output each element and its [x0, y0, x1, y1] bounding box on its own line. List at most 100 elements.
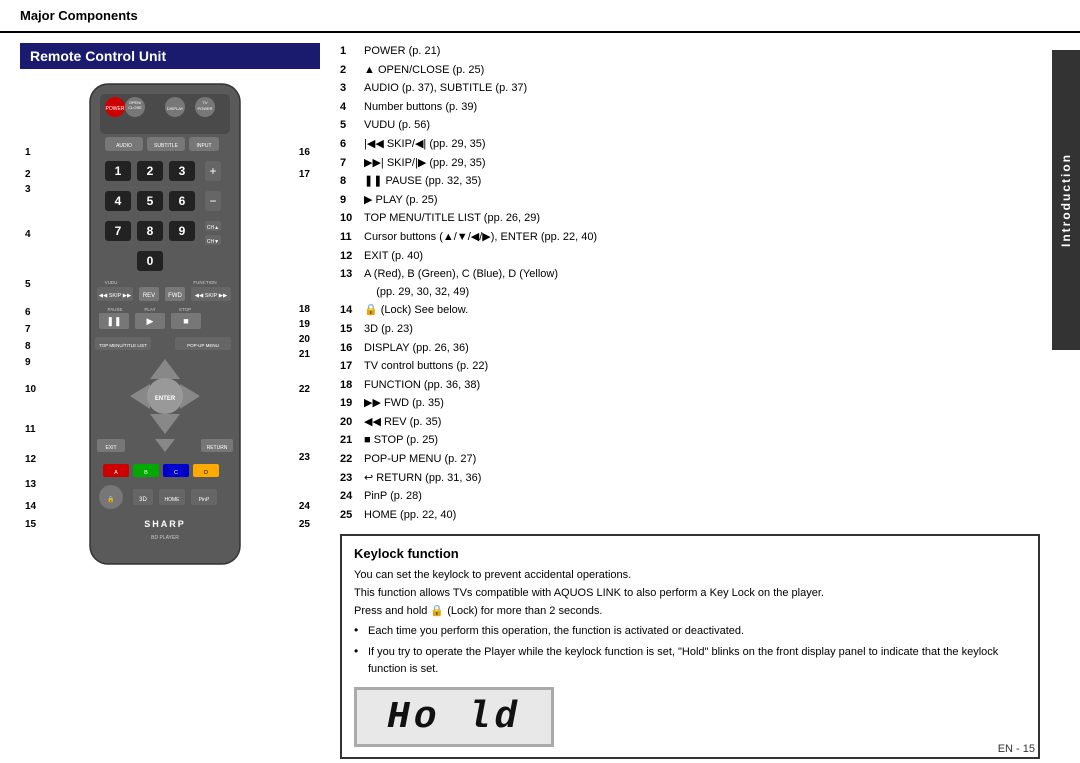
- keylock-box: Keylock function You can set the keylock…: [340, 534, 1040, 759]
- svg-text:FWD: FWD: [168, 293, 182, 299]
- svg-text:2: 2: [147, 164, 154, 178]
- list-item: 21■ STOP (p. 25): [340, 432, 1040, 450]
- svg-text:◀◀ SKIP ▶▶: ◀◀ SKIP ▶▶: [99, 293, 132, 299]
- label-1: 1: [25, 147, 31, 158]
- keylock-title: Keylock function: [354, 546, 1026, 561]
- label-6: 6: [25, 307, 31, 318]
- label-13: 13: [25, 479, 36, 490]
- label-24: 24: [299, 501, 310, 512]
- page-header: Major Components: [0, 0, 1080, 33]
- right-panel: 1POWER (p. 21) 2▲ OPEN/CLOSE (p. 25) 3AU…: [330, 33, 1080, 760]
- svg-text:1: 1: [115, 164, 122, 178]
- keylock-para1: You can set the keylock to prevent accid…: [354, 567, 1026, 620]
- svg-text:C: C: [174, 470, 178, 476]
- list-item: 24PinP (p. 28): [340, 488, 1040, 506]
- svg-text:🔒: 🔒: [107, 495, 114, 503]
- label-23: 23: [299, 452, 310, 463]
- svg-text:6: 6: [179, 194, 186, 208]
- svg-text:5: 5: [147, 194, 154, 208]
- svg-text:3: 3: [179, 164, 186, 178]
- label-3: 3: [25, 184, 31, 195]
- label-15: 15: [25, 519, 36, 530]
- list-item: 23↩ RETURN (pp. 31, 36): [340, 470, 1040, 488]
- svg-text:SHARP: SHARP: [144, 519, 186, 529]
- label-20: 20: [299, 334, 310, 345]
- section-title: Remote Control Unit: [20, 43, 320, 69]
- svg-text:VUDU: VUDU: [105, 280, 118, 285]
- svg-text:SUBTITLE: SUBTITLE: [154, 143, 179, 149]
- page-title: Major Components: [20, 8, 138, 23]
- list-item: 7▶▶| SKIP/|▶ (pp. 29, 35): [340, 155, 1040, 173]
- svg-text:CH▲: CH▲: [207, 225, 219, 231]
- label-14: 14: [25, 501, 36, 512]
- items-list: 1POWER (p. 21) 2▲ OPEN/CLOSE (p. 25) 3AU…: [340, 43, 1040, 524]
- list-item: 18FUNCTION (pp. 36, 38): [340, 377, 1040, 395]
- remote-svg: POWER OPEN/ CLOSE DISPLAY TV POWER AUDIO: [75, 79, 255, 579]
- svg-text:−: −: [209, 194, 216, 208]
- svg-text:D: D: [204, 470, 208, 476]
- svg-text:REV: REV: [143, 293, 155, 299]
- label-11: 11: [25, 424, 36, 435]
- list-item: 17TV control buttons (p. 22): [340, 358, 1040, 376]
- svg-text:▶: ▶: [147, 316, 154, 326]
- svg-text:0: 0: [147, 254, 154, 268]
- remote-body-wrapper: POWER OPEN/ CLOSE DISPLAY TV POWER AUDIO: [75, 79, 255, 582]
- list-item: 25HOME (pp. 22, 40): [340, 507, 1040, 525]
- page-footer: EN - 15: [998, 743, 1035, 755]
- keylock-bullet2: • If you try to operate the Player while…: [354, 644, 1026, 679]
- hold-display: Ho ld: [354, 687, 554, 747]
- keylock-bullet1: • Each time you perform this operation, …: [354, 623, 1026, 641]
- svg-text:ENTER: ENTER: [155, 396, 176, 402]
- label-25: 25: [299, 519, 310, 530]
- left-panel: Remote Control Unit 1 2 3 4 5 6 7 8 9 10…: [0, 33, 330, 760]
- svg-text:8: 8: [147, 224, 154, 238]
- label-22: 22: [299, 384, 310, 395]
- svg-text:B: B: [144, 470, 148, 476]
- svg-text:7: 7: [115, 224, 122, 238]
- svg-text:◀◀ SKIP ▶▶: ◀◀ SKIP ▶▶: [195, 293, 228, 299]
- svg-text:STOP: STOP: [179, 307, 191, 312]
- page-number: EN - 15: [998, 743, 1035, 755]
- label-9: 9: [25, 357, 31, 368]
- label-19: 19: [299, 319, 310, 330]
- svg-text:PinP: PinP: [199, 497, 210, 503]
- svg-text:CH▼: CH▼: [207, 239, 219, 245]
- list-item: 14🔒 (Lock) See below.: [340, 302, 1040, 320]
- list-item: 3AUDIO (p. 37), SUBTITLE (p. 37): [340, 80, 1040, 98]
- svg-text:EXIT: EXIT: [105, 445, 116, 451]
- svg-text:A: A: [114, 470, 118, 476]
- list-item: 8❚❚ PAUSE (pp. 32, 35): [340, 173, 1040, 191]
- svg-text:AUDIO: AUDIO: [116, 143, 132, 149]
- list-item: 2▲ OPEN/CLOSE (p. 25): [340, 62, 1040, 80]
- list-item: 4Number buttons (p. 39): [340, 99, 1040, 117]
- svg-text:POP-UP MENU: POP-UP MENU: [187, 343, 219, 348]
- svg-text:INPUT: INPUT: [197, 143, 212, 149]
- label-5: 5: [25, 279, 31, 290]
- svg-text:POWER: POWER: [197, 106, 212, 111]
- svg-text:POWER: POWER: [106, 106, 125, 112]
- list-item: 153D (p. 23): [340, 321, 1040, 339]
- svg-text:TV: TV: [202, 100, 207, 105]
- list-item: 13A (Red), B (Green), C (Blue), D (Yello…: [340, 266, 1040, 301]
- label-7: 7: [25, 324, 31, 335]
- list-item: 12EXIT (p. 40): [340, 248, 1040, 266]
- label-2: 2: [25, 169, 31, 180]
- list-item: 1POWER (p. 21): [340, 43, 1040, 61]
- svg-text:❚❚: ❚❚: [106, 316, 121, 327]
- svg-text:CLOSE: CLOSE: [128, 105, 142, 110]
- svg-text:4: 4: [115, 194, 122, 208]
- label-21: 21: [299, 349, 310, 360]
- label-12: 12: [25, 454, 36, 465]
- label-8: 8: [25, 341, 31, 352]
- list-item: 16DISPLAY (pp. 26, 36): [340, 340, 1040, 358]
- svg-text:PAUSE: PAUSE: [108, 307, 123, 312]
- label-4: 4: [25, 229, 31, 240]
- svg-text:BD PLAYER: BD PLAYER: [151, 535, 179, 541]
- list-item: 19▶▶ FWD (p. 35): [340, 395, 1040, 413]
- svg-text:FUNCTION: FUNCTION: [193, 280, 216, 285]
- svg-text:■: ■: [183, 316, 188, 326]
- main-content: Remote Control Unit 1 2 3 4 5 6 7 8 9 10…: [0, 33, 1080, 760]
- svg-text:3D: 3D: [139, 497, 147, 503]
- list-item: 6|◀◀ SKIP/◀| (pp. 29, 35): [340, 136, 1040, 154]
- list-item: 20◀◀ REV (p. 35): [340, 414, 1040, 432]
